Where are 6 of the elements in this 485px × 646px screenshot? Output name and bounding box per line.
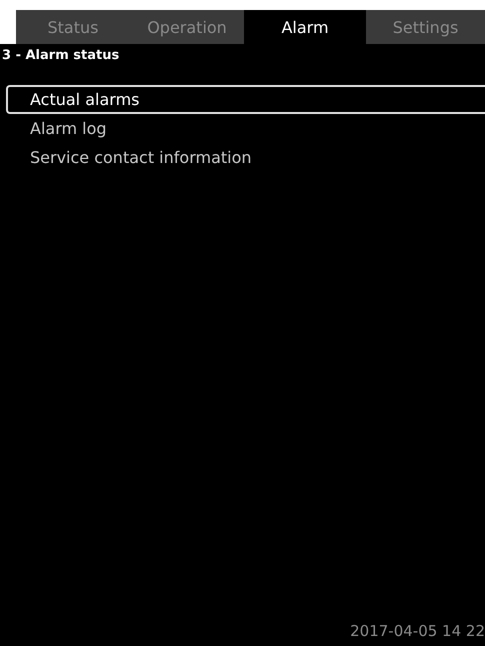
menu-item[interactable]: Service contact information: [6, 143, 485, 172]
menu-item[interactable]: Alarm log: [6, 114, 485, 143]
screen-title: 3 - Alarm status: [1, 48, 120, 63]
date-time: 2017-04-05 14 22: [350, 622, 485, 642]
tab[interactable]: Alarm: [244, 10, 366, 44]
menu-item[interactable]: Actual alarms: [6, 85, 485, 114]
